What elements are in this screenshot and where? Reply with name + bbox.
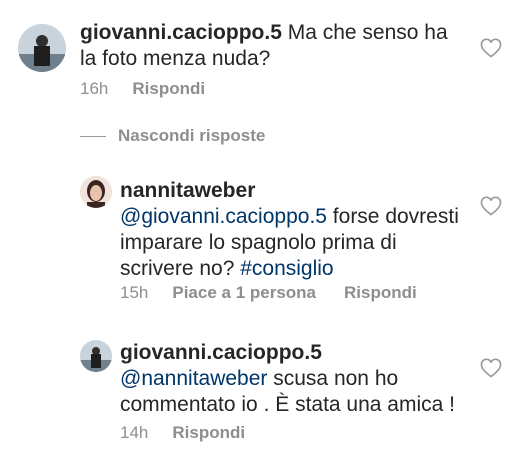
reply-username[interactable]: giovanni.cacioppo.5 <box>120 341 322 364</box>
comment-time: 16h <box>80 79 109 98</box>
reply-button[interactable]: Rispondi <box>172 422 245 444</box>
avatar-giovanni-image <box>18 24 66 72</box>
heart-icon[interactable] <box>480 38 502 58</box>
reply-text: nannitaweber @giovanni.cacioppo.5 forse … <box>120 178 465 282</box>
hide-replies-label: Nascondi risposte <box>118 126 266 145</box>
likes-count-button[interactable]: Piace a 1 persona <box>172 282 316 304</box>
heart-icon[interactable] <box>480 196 502 216</box>
reply-username[interactable]: nannitaweber <box>120 179 255 202</box>
hide-replies-toggle[interactable]: Nascondi risposte <box>80 124 265 148</box>
avatar-giovanni-image <box>80 340 112 372</box>
avatar[interactable] <box>80 176 112 208</box>
comment-meta: 16h Rispondi <box>80 78 233 100</box>
reply-meta: 14h Rispondi <box>120 422 273 444</box>
avatar[interactable] <box>80 340 112 372</box>
reply-time: 15h <box>120 283 149 302</box>
reply-button[interactable]: Rispondi <box>132 78 205 100</box>
reply-hashtag[interactable]: #consiglio <box>240 257 333 280</box>
reply-mention[interactable]: @giovanni.cacioppo.5 <box>120 205 327 228</box>
reply-meta: 15h Piace a 1 persona Rispondi <box>120 282 445 304</box>
heart-icon[interactable] <box>480 358 502 378</box>
reply-mention[interactable]: @nannitaweber <box>120 367 267 390</box>
comment-username[interactable]: giovanni.cacioppo.5 <box>80 21 282 44</box>
comment-text: giovanni.cacioppo.5 Ma che senso ha la f… <box>80 20 460 72</box>
avatar[interactable] <box>18 24 66 72</box>
divider-line <box>80 136 106 138</box>
reply-text: giovanni.cacioppo.5 @nannitaweber scusa … <box>120 340 465 418</box>
avatar-nannita-image <box>80 176 112 208</box>
reply-button[interactable]: Rispondi <box>344 282 417 304</box>
reply-time: 14h <box>120 423 149 442</box>
